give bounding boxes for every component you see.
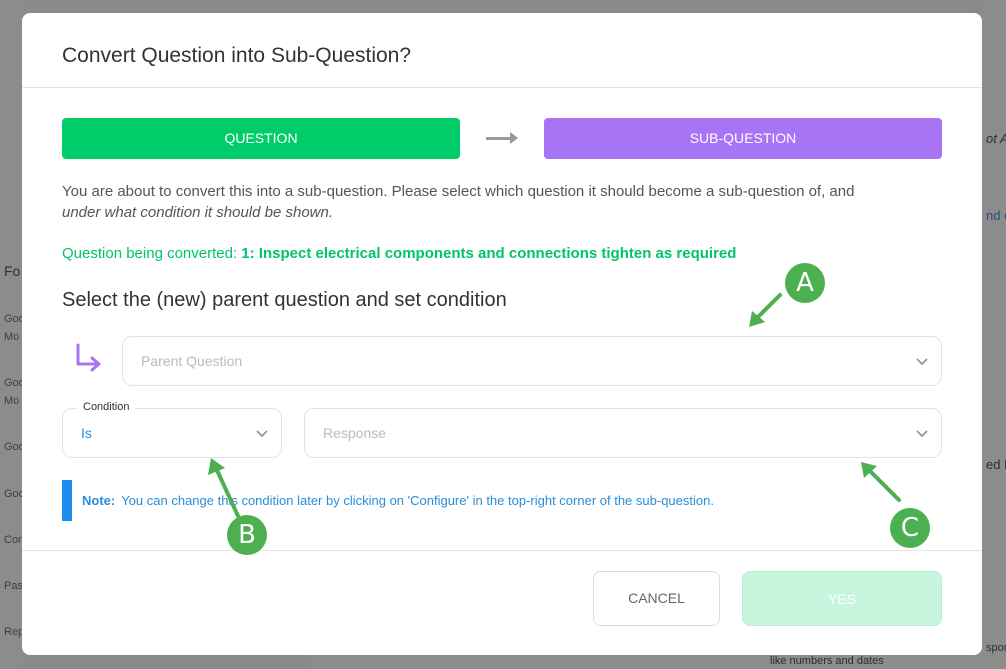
condition-label: Condition	[77, 401, 136, 413]
chevron-down-icon	[916, 358, 928, 366]
annotation-b-marker: B	[227, 515, 267, 555]
note-label: Note:	[82, 493, 116, 508]
background-left-item: Mo	[4, 331, 20, 343]
intro-text-italic: under what condition it should be shown.	[62, 204, 334, 221]
annotation-c-marker: C	[890, 508, 930, 548]
parent-question-placeholder: Parent Question	[141, 353, 243, 369]
background-left-item: Mo	[4, 395, 20, 407]
intro-text: You are about to convert this into a sub…	[62, 181, 942, 223]
parent-question-select[interactable]: Parent Question	[122, 336, 942, 386]
modal-footer: CANCEL YES	[22, 550, 982, 655]
intro-text-main: You are about to convert this into a sub…	[62, 183, 855, 200]
background-right-text: ed R	[986, 457, 1006, 472]
note-text: You can change this condition later by c…	[121, 493, 714, 508]
condition-note: Note: You can change this condition later…	[62, 480, 862, 521]
background-left-panel: Fo Goo Mo Goo Mo Goo Goo Con Pas Rep	[0, 0, 25, 669]
step-subquestion-badge: SUB-QUESTION	[544, 118, 942, 159]
background-right-link: nd c	[986, 208, 1006, 223]
cancel-button[interactable]: CANCEL	[593, 571, 720, 626]
background-right-text: spon	[986, 642, 1006, 654]
background-bottom-text: like numbers and dates	[770, 655, 884, 667]
condition-select[interactable]: Condition Is	[62, 401, 282, 458]
yes-button[interactable]: YES	[742, 571, 942, 626]
subquestion-arrow-icon	[76, 343, 101, 372]
section-title: Select the (new) parent question and set…	[62, 289, 507, 311]
chevron-down-icon	[916, 430, 928, 438]
background-right-panel: ot An nd c ed R spon	[982, 0, 1006, 669]
response-placeholder: Response	[323, 425, 387, 441]
question-being-converted: Question being converted: 1: Inspect ele…	[62, 245, 736, 262]
step-question-badge: QUESTION	[62, 118, 460, 159]
background-bottom-strip: like numbers and dates	[310, 655, 1006, 669]
background-left-item: Pas	[4, 580, 23, 592]
background-left-header: Fo	[4, 263, 21, 279]
background-right-text: ot An	[986, 131, 1006, 146]
arrow-right-icon	[486, 132, 518, 144]
conversion-steps: QUESTION SUB-QUESTION	[62, 118, 942, 159]
modal-header: Convert Question into Sub-Question?	[22, 13, 982, 88]
converting-label: Question being converted:	[62, 245, 238, 262]
annotation-a-marker: A	[785, 263, 825, 303]
converting-value: 1: Inspect electrical components and con…	[241, 245, 737, 262]
modal-title: Convert Question into Sub-Question?	[62, 44, 412, 67]
chevron-down-icon	[256, 430, 268, 438]
response-select[interactable]: Response	[304, 408, 942, 458]
condition-value: Is	[81, 425, 92, 441]
convert-question-modal: Convert Question into Sub-Question? QUES…	[22, 13, 982, 655]
